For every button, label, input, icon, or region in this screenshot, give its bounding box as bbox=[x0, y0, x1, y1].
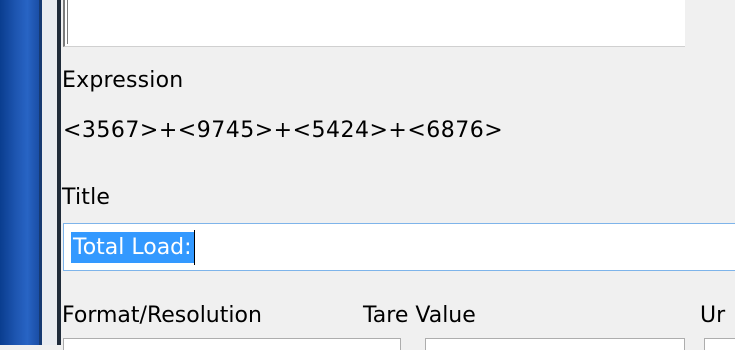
tare-value-label: Tare Value bbox=[363, 303, 476, 328]
units-label: Ur bbox=[700, 303, 726, 328]
format-resolution-field[interactable] bbox=[63, 338, 401, 350]
dialog-border bbox=[57, 0, 61, 345]
title-input-selected-text: Total Load: bbox=[71, 232, 194, 263]
window-edge bbox=[0, 0, 62, 345]
tare-value-field[interactable] bbox=[425, 338, 685, 350]
text-caret bbox=[194, 230, 195, 265]
format-resolution-label: Format/Resolution bbox=[62, 303, 262, 328]
dialog-panel bbox=[62, 0, 735, 345]
expression-label: Expression bbox=[62, 68, 184, 93]
units-field[interactable] bbox=[704, 338, 735, 350]
dialog-frame bbox=[42, 0, 57, 345]
text-area-edge bbox=[67, 0, 68, 44]
top-text-area[interactable] bbox=[63, 0, 685, 47]
background-window-strip bbox=[0, 0, 39, 345]
title-input[interactable]: Total Load: bbox=[63, 223, 735, 271]
expression-value: <3567>+<9745>+<5424>+<6876> bbox=[63, 118, 504, 143]
title-label: Title bbox=[62, 185, 111, 210]
